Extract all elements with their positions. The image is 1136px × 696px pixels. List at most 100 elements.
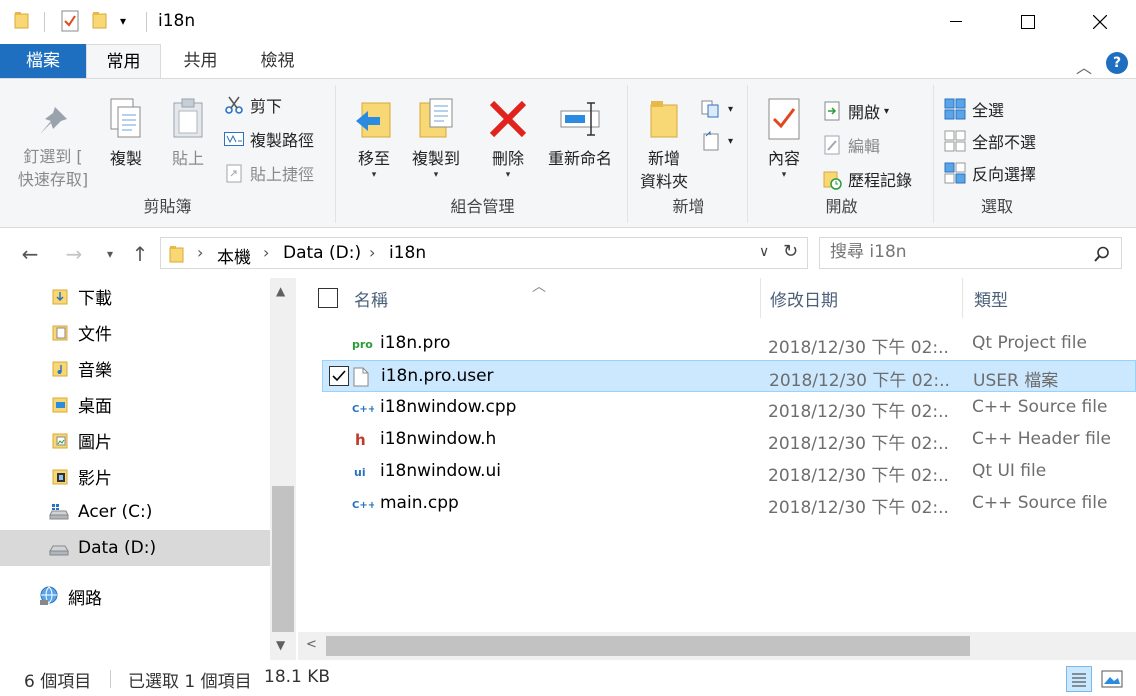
tab-share[interactable]: 共用 — [163, 44, 238, 78]
paste-shortcut-button[interactable]: 貼上捷徑 — [224, 159, 314, 187]
column-headers: ︿ 名稱 修改日期 類型 — [298, 278, 1136, 320]
search-box[interactable] — [819, 237, 1122, 269]
checkmark-icon — [332, 370, 346, 382]
nav-item-videos[interactable]: 影片 — [0, 458, 270, 494]
nav-item-downloads[interactable]: 下載 — [0, 278, 270, 314]
new-item-button[interactable]: ▾ — [700, 95, 733, 123]
address-bar[interactable]: › 本機 › Data (D:) › i18n ∨ ↻ — [160, 237, 808, 269]
maximize-button[interactable] — [992, 0, 1064, 44]
file-row-i18nwindow-ui[interactable]: ui i18nwindow.ui 2018/12/30 下午 02:... Qt… — [322, 456, 1136, 488]
history-button[interactable]: 歷程記錄 — [822, 165, 912, 193]
delete-icon — [489, 100, 527, 138]
breadcrumb-separator-icon[interactable]: › — [369, 243, 375, 262]
collapse-ribbon-icon[interactable]: ︿ — [1076, 54, 1092, 78]
nav-pane-scrollbar[interactable]: ▲ ▼ — [270, 278, 296, 660]
open-button[interactable]: 開啟 ▾ — [822, 97, 889, 125]
tab-file[interactable]: 檔案 — [0, 44, 86, 78]
pin-quick-access-button[interactable]: 釘選到 [ 快速存取] — [8, 103, 98, 191]
minimize-button[interactable] — [920, 0, 992, 44]
back-arrow-icon: ← — [21, 242, 39, 266]
row-checkbox[interactable] — [329, 366, 349, 386]
copy-button[interactable]: 複製 — [100, 97, 152, 170]
file-type: C++ Source file — [972, 397, 1108, 417]
nav-pane-scroll-thumb[interactable] — [272, 486, 294, 632]
nav-item-acer-c[interactable]: Acer (C:) — [0, 494, 270, 530]
delete-button[interactable]: 刪除 ▾ — [484, 97, 532, 180]
nav-item-network[interactable]: 網路 — [0, 578, 270, 614]
scroll-up-icon[interactable]: ▲ — [276, 284, 285, 298]
file-row-i18nwindow-h[interactable]: h i18nwindow.h 2018/12/30 下午 02:... C++ … — [322, 424, 1136, 456]
selected-size: 18.1 KB — [264, 667, 331, 687]
refresh-icon[interactable]: ↻ — [783, 241, 798, 262]
rename-button[interactable]: 重新命名 — [540, 97, 620, 170]
breadcrumb-this-pc[interactable]: 本機 — [217, 243, 251, 268]
select-none-button[interactable]: 全部不選 — [944, 127, 1036, 155]
large-icons-view-icon — [1101, 670, 1123, 688]
new-group-label: 新增 — [672, 197, 705, 216]
tab-home[interactable]: 常用 — [86, 44, 161, 79]
new-folder-quick-icon[interactable] — [92, 10, 108, 34]
file-date: 2018/12/30 下午 02:... — [768, 402, 948, 422]
column-header-name[interactable]: 名稱 — [354, 286, 388, 311]
desktop-folder-icon — [52, 397, 68, 413]
file-row-main-cpp[interactable]: C++ main.cpp 2018/12/30 下午 02:... C++ So… — [322, 488, 1136, 520]
nav-item-pictures[interactable]: 圖片 — [0, 422, 270, 458]
scroll-left-icon[interactable]: < — [306, 637, 317, 652]
file-list-horizontal-scrollbar[interactable]: < — [298, 632, 1136, 660]
paste-button[interactable]: 貼上 — [162, 97, 214, 170]
properties-icon — [768, 98, 800, 140]
title-bar: ▾ i18n — [0, 0, 1136, 44]
move-to-button[interactable]: 移至 ▾ — [348, 97, 400, 180]
selected-count: 已選取 1 個項目 — [128, 672, 252, 692]
address-dropdown-icon[interactable]: ∨ — [759, 244, 769, 260]
nav-item-documents[interactable]: 文件 — [0, 314, 270, 350]
edit-icon — [824, 135, 840, 155]
file-name: i18n.pro.user — [381, 366, 494, 386]
nav-item-music[interactable]: 音樂 — [0, 350, 270, 386]
file-name: i18nwindow.h — [380, 429, 497, 449]
breadcrumb-data-drive[interactable]: Data (D:) — [283, 243, 361, 263]
open-group: 內容 ▾ 開啟 ▾ 編輯 歷程記錄 開啟 — [750, 85, 934, 223]
back-button[interactable]: ← — [16, 240, 44, 268]
cut-button[interactable]: 剪下 — [224, 91, 282, 119]
file-row-i18nwindow-cpp[interactable]: C++ i18nwindow.cpp 2018/12/30 下午 02:... … — [322, 392, 1136, 424]
column-header-type[interactable]: 類型 — [974, 286, 1008, 311]
select-all-checkbox[interactable] — [318, 288, 338, 308]
horizontal-scroll-thumb[interactable] — [326, 636, 970, 656]
forward-button[interactable]: → — [60, 240, 88, 268]
nav-item-desktop[interactable]: 桌面 — [0, 386, 270, 422]
easy-access-icon — [703, 131, 719, 151]
sort-ascending-icon: ︿ — [532, 279, 546, 295]
copy-path-icon — [224, 132, 244, 146]
invert-selection-button[interactable]: 反向選擇 — [944, 159, 1036, 187]
pin-icon — [40, 107, 67, 134]
file-row-i18n-pro[interactable]: pro i18n.pro 2018/12/30 下午 02:... Qt Pro… — [322, 328, 1136, 360]
file-row-i18n-pro-user[interactable]: i18n.pro.user 2018/12/30 下午 02:... USER … — [322, 360, 1136, 392]
history-icon — [823, 171, 842, 190]
large-icons-view-button[interactable] — [1100, 668, 1124, 690]
scroll-down-icon[interactable]: ▼ — [276, 638, 285, 652]
select-all-button[interactable]: 全選 — [944, 95, 1004, 123]
qt-ui-file-icon: ui — [352, 462, 374, 485]
properties-button[interactable]: 內容 ▾ — [758, 97, 810, 180]
copy-path-button[interactable]: 複製路徑 — [224, 125, 314, 153]
details-view-button[interactable] — [1066, 666, 1092, 692]
close-button[interactable] — [1064, 0, 1136, 44]
tab-view[interactable]: 檢視 — [240, 44, 315, 78]
qt-project-file-icon: pro — [352, 334, 374, 357]
copy-to-button[interactable]: 複製到 ▾ — [404, 97, 468, 180]
column-header-date[interactable]: 修改日期 — [770, 286, 838, 311]
breadcrumb-separator-icon[interactable]: › — [263, 243, 269, 262]
breadcrumb-i18n[interactable]: i18n — [389, 243, 426, 263]
recent-locations-button[interactable]: ▾ — [96, 240, 124, 268]
nav-item-data-d[interactable]: Data (D:) — [0, 530, 270, 566]
edit-button[interactable]: 編輯 — [822, 131, 880, 159]
search-input[interactable] — [830, 242, 1080, 262]
help-icon[interactable]: ? — [1106, 52, 1128, 74]
customize-quick-access-icon[interactable]: ▾ — [120, 14, 126, 28]
new-folder-button[interactable]: 新增 資料夾 — [636, 97, 692, 193]
breadcrumb-separator-icon[interactable]: › — [197, 243, 203, 262]
easy-access-button[interactable]: ▾ — [700, 127, 733, 155]
up-button[interactable]: ↑ — [126, 240, 154, 268]
properties-quick-icon[interactable] — [60, 10, 80, 36]
